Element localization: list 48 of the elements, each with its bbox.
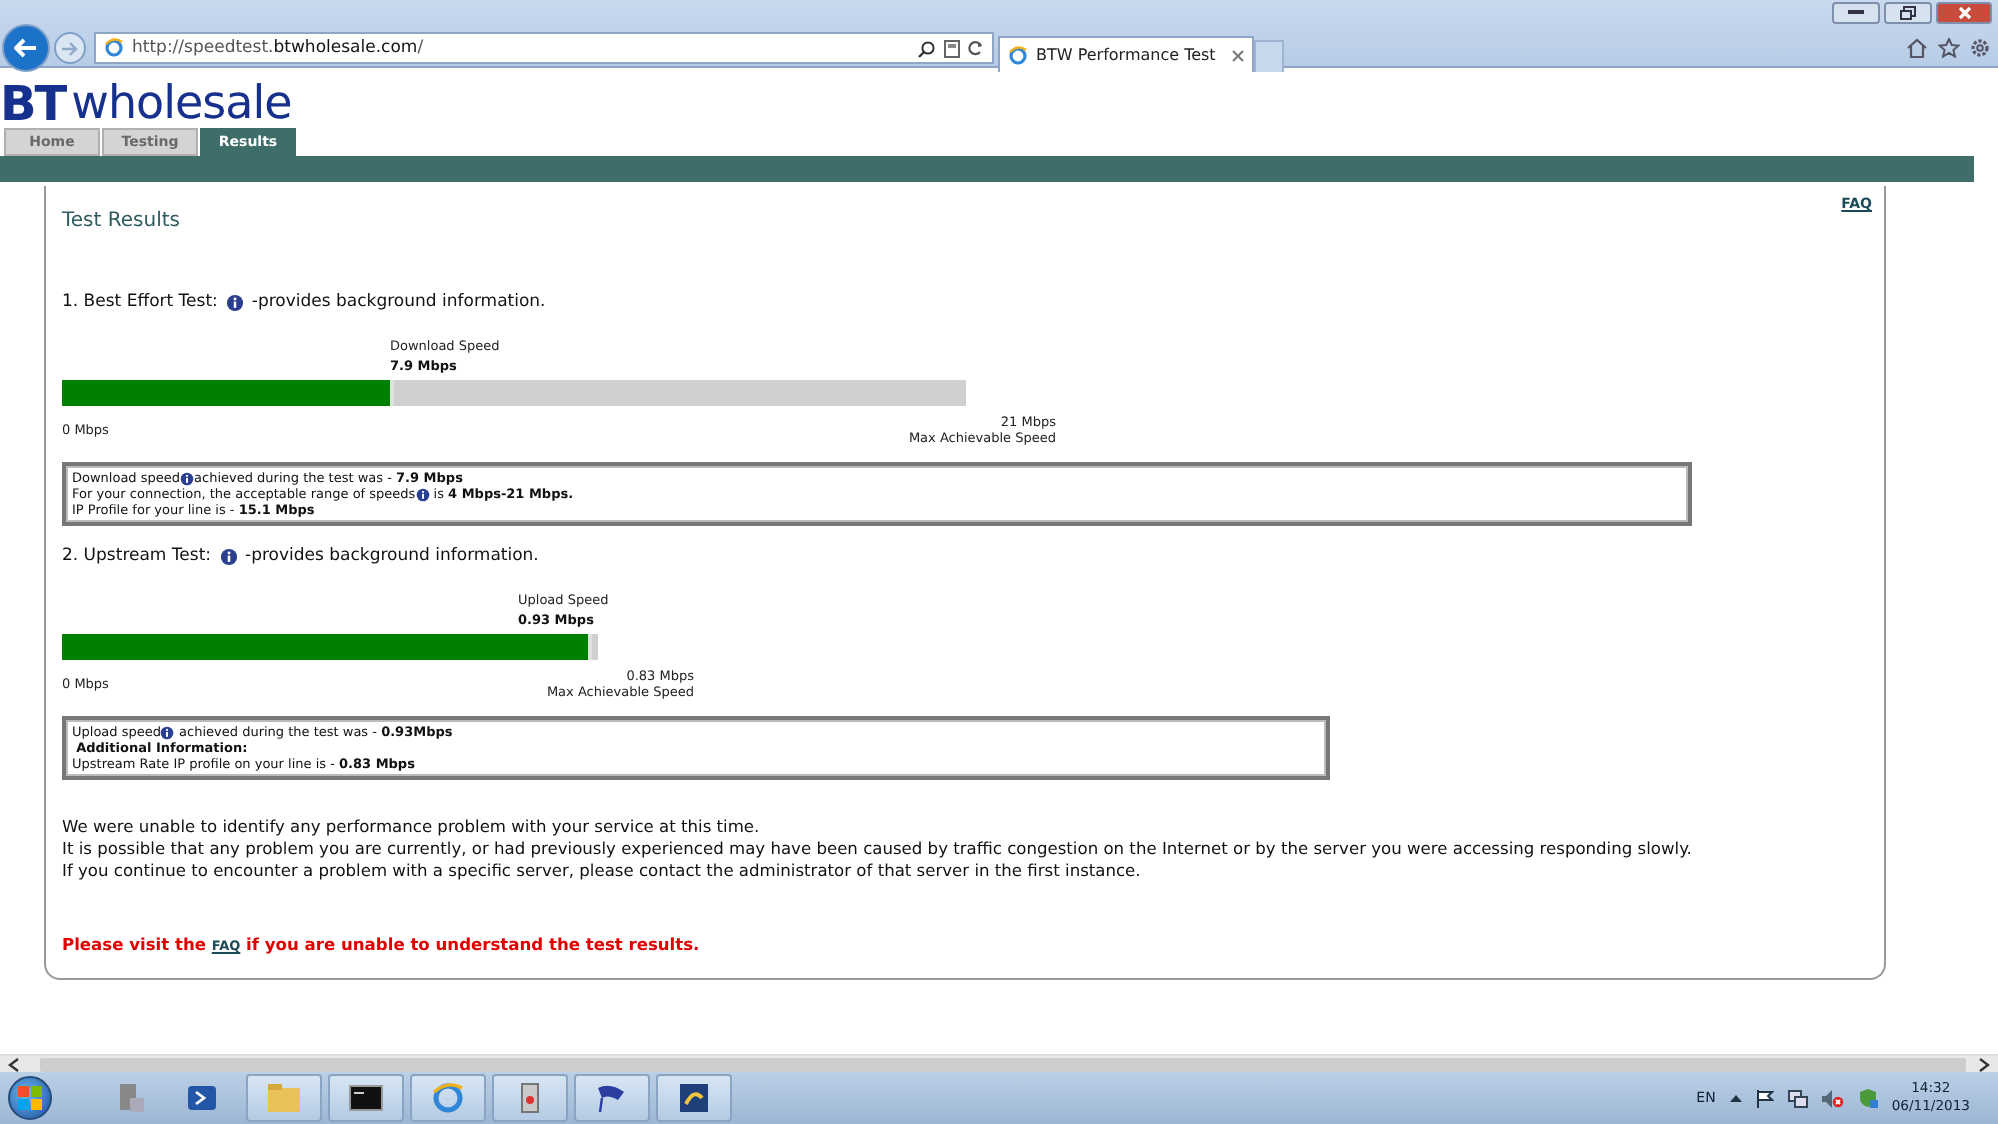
info-icon[interactable] xyxy=(219,547,238,565)
start-button[interactable] xyxy=(8,1076,52,1120)
test-heading: -provides background information. xyxy=(245,546,539,566)
compatibility-icon[interactable] xyxy=(944,39,960,57)
network-icon[interactable] xyxy=(1787,1089,1808,1107)
minimize-button[interactable] xyxy=(1832,2,1880,24)
minimize-icon xyxy=(1848,10,1864,16)
info-icon[interactable] xyxy=(160,725,175,739)
terminal-icon[interactable] xyxy=(348,1080,384,1116)
logo[interactable]: BTwholesale xyxy=(0,68,1998,128)
star-icon[interactable] xyxy=(1938,38,1960,58)
window-icon[interactable] xyxy=(676,1080,712,1116)
back-arrow-icon xyxy=(14,38,38,58)
browser-tab[interactable]: BTW Performance Test xyxy=(998,36,1254,72)
address-field[interactable]: http://speedtest.btwholesale.com/ xyxy=(94,32,994,64)
browser-icon xyxy=(1008,45,1028,65)
summary-text: If you continue to encounter a problem with a specific server, please contact the administrator of that server in the first instance. xyxy=(62,860,1143,882)
info-icon[interactable] xyxy=(415,487,430,501)
windows-logo-icon xyxy=(18,1086,42,1110)
back-button[interactable] xyxy=(2,24,50,72)
terminal-icon[interactable] xyxy=(184,1080,220,1116)
restore-button[interactable] xyxy=(1884,2,1932,24)
section-title: Test Results xyxy=(62,210,180,232)
summary-text: It is possible that any problem you are currently, or had previously experienced may have been caused by traffic congestion on the Internet or by the server you were accessing responding slowly. xyxy=(62,838,1694,860)
search-icon[interactable] xyxy=(918,39,936,57)
scroll-left-icon[interactable] xyxy=(8,1057,20,1071)
forward-arrow-icon xyxy=(62,41,78,55)
flag-icon[interactable] xyxy=(1755,1089,1774,1107)
close-button[interactable] xyxy=(1936,2,1992,24)
summary-text: We were unable to identify any performance problem with your service at this time. xyxy=(62,816,762,838)
browser-icon xyxy=(104,38,124,58)
close-icon xyxy=(1957,6,1971,20)
restore-icon xyxy=(1900,6,1916,20)
scroll-right-icon[interactable] xyxy=(1978,1057,1990,1071)
browser-icon[interactable] xyxy=(430,1080,466,1116)
close-icon[interactable] xyxy=(1232,49,1244,61)
info-icon[interactable] xyxy=(180,471,195,485)
speaker-muted-icon[interactable] xyxy=(1821,1089,1844,1107)
settings-icon[interactable] xyxy=(1970,38,1990,58)
flag-icon[interactable] xyxy=(594,1080,630,1116)
test-heading: 1. Best Effort Test: xyxy=(62,292,218,312)
home-icon[interactable] xyxy=(1906,38,1928,58)
test-heading: 2. Upstream Test: xyxy=(62,546,212,566)
horizontal-scrollbar[interactable] xyxy=(0,1054,1998,1072)
refresh-icon[interactable] xyxy=(968,40,984,56)
caret-icon[interactable] xyxy=(1729,1094,1742,1102)
test-heading: -provides background information. xyxy=(251,292,546,312)
info-icon[interactable] xyxy=(225,293,244,311)
